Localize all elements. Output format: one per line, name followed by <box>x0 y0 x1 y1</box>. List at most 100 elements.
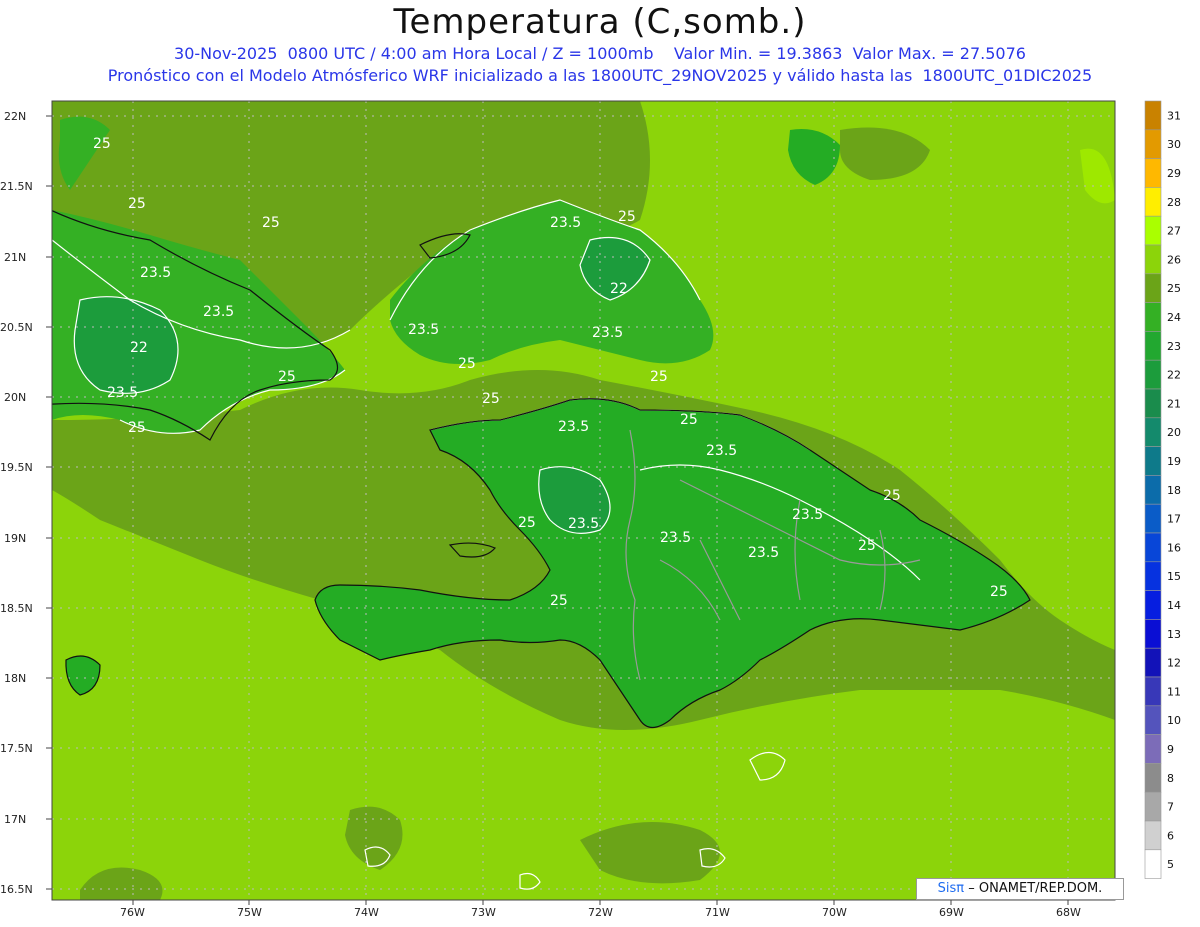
temperature-map: 25 25 25 23.5 23.5 22 23.5 25 25 23.5 25… <box>0 100 1181 919</box>
colorbar-label: 23 <box>1167 340 1181 353</box>
colorbar-label: 26 <box>1167 253 1181 266</box>
colorbar-swatch <box>1144 273 1162 303</box>
contour-label: 25 <box>458 356 476 372</box>
lat-label: 21N <box>4 251 26 264</box>
contour-label: 23.5 <box>203 304 234 320</box>
colorbar-swatch <box>1144 388 1162 419</box>
colorbar-swatch <box>1144 100 1162 131</box>
contour-label: 23.5 <box>408 322 439 338</box>
colorbar-swatch <box>1144 446 1162 476</box>
contour-label: 23.5 <box>568 516 599 532</box>
colorbar-swatch <box>1144 475 1162 505</box>
colorbar-swatch <box>1144 215 1162 246</box>
colorbar-label: 24 <box>1167 311 1181 324</box>
contour-label: 25 <box>883 488 901 504</box>
contour-label: 25 <box>93 136 111 152</box>
lat-label: 18N <box>4 672 26 685</box>
lon-label: 76W <box>120 906 145 919</box>
colorbar-label: 12 <box>1167 657 1181 670</box>
colorbar-label: 21 <box>1167 397 1181 410</box>
colorbar-label: 6 <box>1167 829 1174 842</box>
colorbar-label: 18 <box>1167 484 1181 497</box>
lon-label: 75W <box>237 906 262 919</box>
colorbar-label: 19 <box>1167 455 1181 468</box>
colorbar-swatch <box>1144 503 1162 534</box>
colorbar-label: 28 <box>1167 196 1181 209</box>
contour-label: 23.5 <box>660 530 691 546</box>
colorbar-label: 25 <box>1167 282 1181 295</box>
colorbar-label: 27 <box>1167 225 1181 238</box>
contour-label: 23.5 <box>706 443 737 459</box>
colorbar-label: 5 <box>1167 858 1174 871</box>
lat-label: 21.5N <box>0 180 33 193</box>
colorbar-swatch <box>1144 676 1162 707</box>
contour-label: 25 <box>128 196 146 212</box>
colorbar-label: 11 <box>1167 685 1181 698</box>
contour-label: 25 <box>128 420 146 436</box>
lat-label: 20.5N <box>0 321 33 334</box>
colorbar-label: 8 <box>1167 772 1174 785</box>
lon-label: 68W <box>1056 906 1081 919</box>
colorbar-swatch <box>1144 647 1162 678</box>
contour-label: 23.5 <box>558 419 589 435</box>
latitude-ticks <box>46 115 52 890</box>
colorbar-label: 14 <box>1167 599 1181 612</box>
contour-label: 25 <box>650 369 668 385</box>
contour-label: 22 <box>610 281 628 297</box>
longitude-axis: 76W 75W 74W 73W 72W 71W 70W 69W 68W <box>120 906 1081 919</box>
colorbar-swatch <box>1144 849 1162 879</box>
contour-label: 25 <box>858 538 876 554</box>
contour-label: 25 <box>618 209 636 225</box>
colorbar-swatch <box>1144 129 1162 159</box>
contour-label: 25 <box>550 593 568 609</box>
colorbar-label: 29 <box>1167 167 1181 180</box>
lon-label: 70W <box>822 906 847 919</box>
contour-label: 23.5 <box>550 215 581 231</box>
lat-label: 17.5N <box>0 742 33 755</box>
lon-label: 71W <box>705 906 730 919</box>
colorbar-label: 9 <box>1167 743 1174 756</box>
lon-label: 72W <box>588 906 613 919</box>
contour-label: 25 <box>680 412 698 428</box>
contour-label: 22 <box>130 340 148 356</box>
colorbar-label: 10 <box>1167 714 1181 727</box>
colorbar-swatch <box>1144 302 1162 332</box>
colorbar-label: 30 <box>1167 138 1181 151</box>
colorbar-label: 20 <box>1167 426 1181 439</box>
contour-label: 23.5 <box>107 385 138 401</box>
lat-label: 16.5N <box>0 883 33 896</box>
sispi-logo: Sisπ <box>937 881 965 896</box>
longitude-ticks <box>132 900 1069 905</box>
lat-label: 20N <box>4 391 26 404</box>
colorbar-label: 13 <box>1167 628 1181 641</box>
lat-label: 19N <box>4 532 26 545</box>
colorbar-swatch <box>1144 331 1162 361</box>
colorbar-swatch <box>1144 763 1162 793</box>
colorbar: 31 30 29 28 27 26 25 24 23 22 21 20 19 18 17 16 15 14 13 12… <box>1144 100 1181 879</box>
contour-label: 23.5 <box>748 545 779 561</box>
colorbar-swatch <box>1144 734 1162 764</box>
lat-label: 18.5N <box>0 602 33 615</box>
contour-label: 25 <box>278 369 296 385</box>
contour-label: 23.5 <box>792 507 823 523</box>
colorbar-swatch <box>1144 590 1162 620</box>
colorbar-swatch <box>1144 158 1162 188</box>
latitude-axis: 22N 21.5N 21N 20.5N 20N 19.5N 19N 18.5N … <box>0 110 33 896</box>
colorbar-swatch <box>1144 820 1162 851</box>
colorbar-swatch <box>1144 791 1162 822</box>
lat-label: 17N <box>4 813 26 826</box>
contour-label: 25 <box>262 215 280 231</box>
lon-label: 74W <box>354 906 379 919</box>
lat-label: 22N <box>4 110 26 123</box>
credit-text: – ONAMET/REP.DOM. <box>968 881 1103 896</box>
colorbar-swatch <box>1144 532 1162 563</box>
colorbar-swatch <box>1144 561 1162 591</box>
lat-label: 19.5N <box>0 461 33 474</box>
colorbar-label: 22 <box>1167 369 1181 382</box>
contour-label: 23.5 <box>140 265 171 281</box>
colorbar-swatch <box>1144 705 1162 735</box>
colorbar-swatch <box>1144 417 1162 447</box>
contour-label: 25 <box>482 391 500 407</box>
credit-box: Sisπ – ONAMET/REP.DOM. <box>916 878 1124 900</box>
colorbar-label: 17 <box>1167 513 1181 526</box>
